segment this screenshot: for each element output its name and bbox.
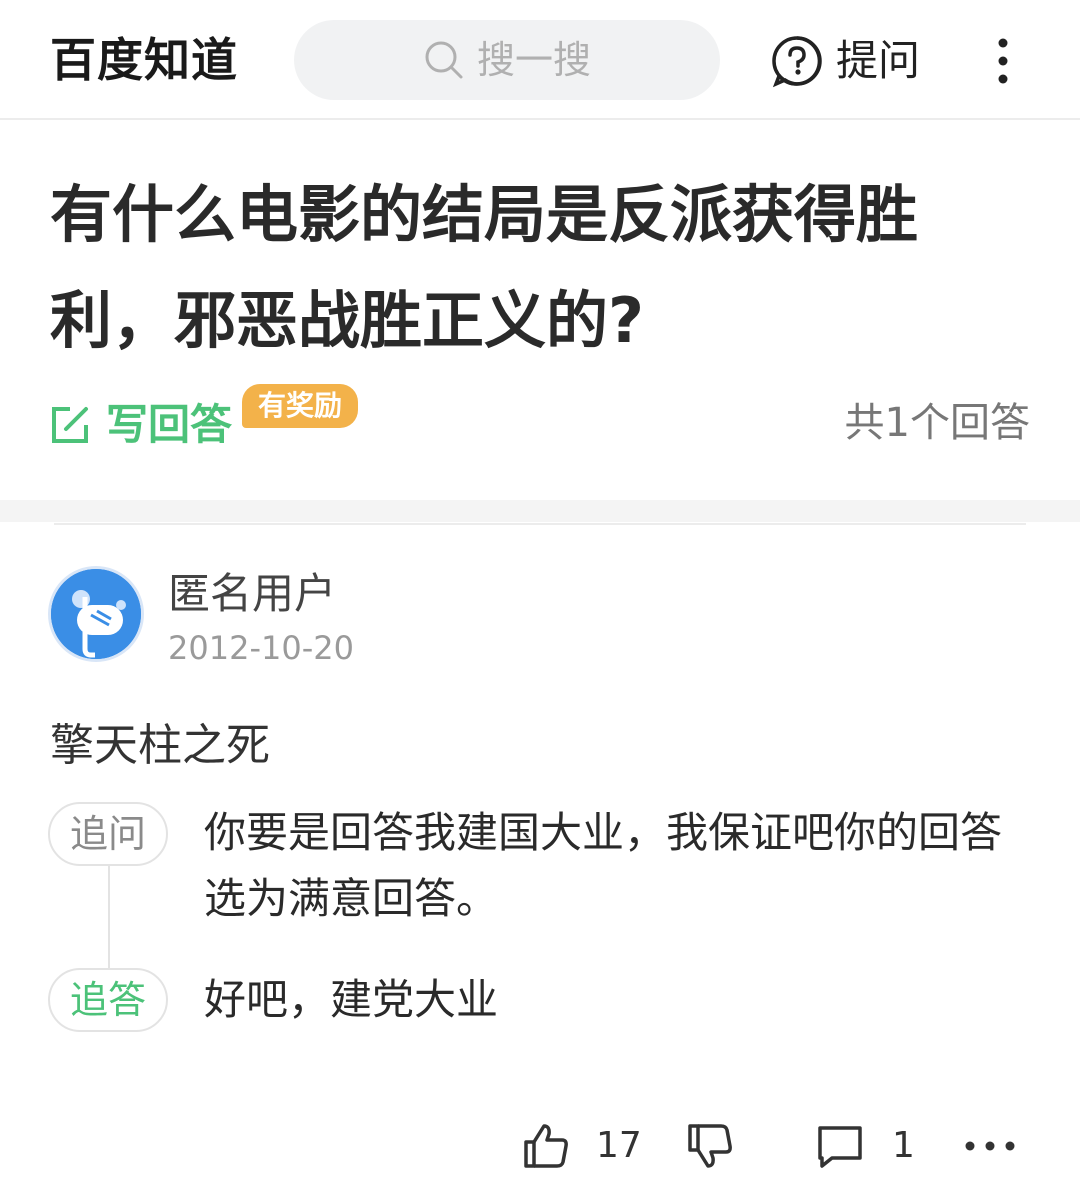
followup-answer-tag: 追答 (48, 968, 168, 1032)
edit-icon (52, 407, 88, 443)
followup-answer-text: 好吧，建党大业 (204, 975, 499, 1024)
anonymous-user-icon (51, 569, 141, 659)
section-divider (0, 500, 1080, 522)
followup-question-tag: 追问 (48, 802, 168, 866)
answer-user-name[interactable]: 匿名用户 (168, 568, 336, 620)
like-count: 17 (596, 1125, 642, 1166)
more-vertical-icon[interactable] (986, 36, 1020, 86)
top-nav-bar: 百度知道 搜一搜 提问 (0, 0, 1080, 120)
logo-baidu-zhidao[interactable]: 百度知道 (50, 30, 238, 90)
ask-question-button[interactable]: 提问 (770, 34, 920, 88)
page: 百度知道 搜一搜 提问 有什么电影的结局是反派获得胜利，邪恶战胜正义的? 写回答… (0, 0, 1080, 1200)
avatar[interactable] (48, 566, 144, 662)
answer-date: 2012-10-20 (168, 629, 354, 667)
followup-question-text: 你要是回答我建国大业，我保证吧你的回答选为满意回答。 (204, 808, 1003, 923)
write-answer-label: 写回答 (106, 400, 233, 449)
thread-connector-line (108, 866, 110, 968)
thumbs-down-icon[interactable] (686, 1122, 734, 1170)
more-horizontal-icon[interactable] (962, 1122, 1018, 1170)
write-answer-button[interactable]: 写回答 (50, 400, 232, 450)
answer-count: 共1个回答 (844, 400, 1030, 446)
thumbs-up-icon[interactable] (522, 1122, 570, 1170)
ask-label: 提问 (836, 36, 921, 85)
divider-line (54, 523, 1026, 525)
question-action-row: 写回答 有奖励 共1个回答 (50, 384, 1030, 464)
search-icon (425, 41, 463, 79)
answer-content: 擎天柱之死 (50, 720, 270, 771)
reward-badge: 有奖励 (242, 384, 359, 428)
comment-count: 1 (892, 1125, 915, 1166)
answer-action-bar: 17 1 (0, 1112, 1080, 1182)
search-bar[interactable]: 搜一搜 (294, 20, 720, 100)
question-circle-icon (772, 36, 822, 88)
search-placeholder: 搜一搜 (476, 38, 591, 82)
comment-icon[interactable] (816, 1122, 864, 1170)
question-title: 有什么电影的结局是反派获得胜利，邪恶战胜正义的? (50, 178, 919, 357)
